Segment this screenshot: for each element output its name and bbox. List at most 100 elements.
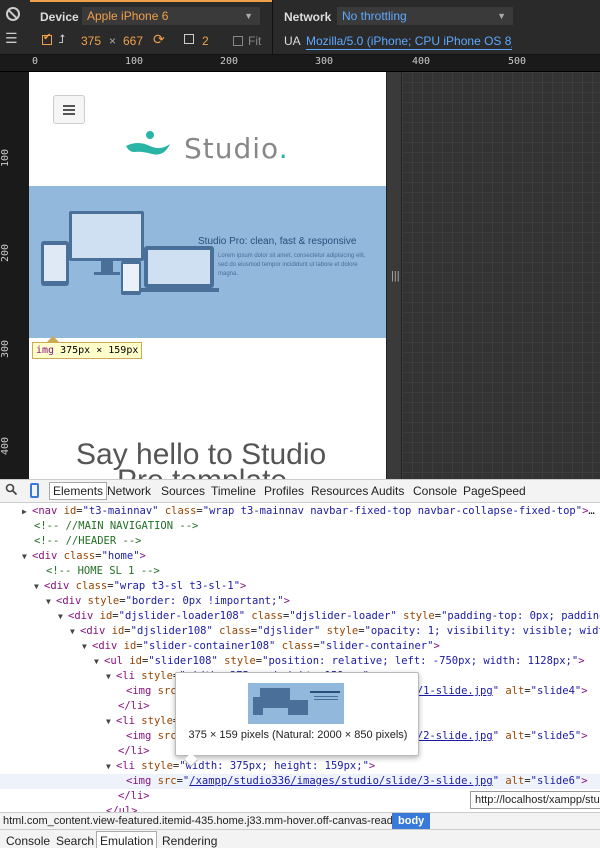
tree-closing-ul[interactable]: </ul> xyxy=(106,804,138,812)
tree-node-div-style[interactable]: ▼ <div style="border: 0px !important;"> xyxy=(46,594,290,609)
ruler-label: 100 xyxy=(0,148,11,167)
rotate-icon[interactable]: ⟳ xyxy=(153,31,165,47)
device-select[interactable]: Apple iPhone 6 ▼ xyxy=(82,7,260,25)
image-preview-caption: 375 × 159 pixels (Natural: 2000 × 850 pi… xyxy=(188,729,408,741)
elements-tree: ▶ <nav id="t3-mainnav" class="wrap t3-mai… xyxy=(0,503,600,812)
tree-node-slider-container[interactable]: ▼ <div id="slider-container108" class="sl… xyxy=(82,639,440,654)
collapse-triangle-icon[interactable]: ▼ xyxy=(106,759,116,774)
drawer-tab-rendering[interactable]: Rendering xyxy=(162,834,217,848)
ruler-label: 400 xyxy=(412,56,431,67)
dom-breadcrumb: html.com_content.view-featured.itemid-43… xyxy=(0,812,600,830)
dimensions-checkbox[interactable] xyxy=(42,32,52,45)
swap-dimensions-icon[interactable]: ⮥ xyxy=(58,31,65,47)
tree-closing-li[interactable]: </li> xyxy=(118,744,150,759)
vertical-ruler: 100 200 300 400 xyxy=(0,72,29,479)
collapse-triangle-icon[interactable]: ▼ xyxy=(22,549,32,564)
collapse-triangle-icon[interactable]: ▼ xyxy=(106,714,116,729)
no-emulation-icon[interactable] xyxy=(6,7,20,21)
slide-body: Lorem ipsum dolor sit amet, consectetur … xyxy=(218,253,366,277)
ruler-label: 300 xyxy=(315,56,334,67)
tab-timeline[interactable]: Timeline xyxy=(211,484,256,498)
device-select-value: Apple iPhone 6 xyxy=(87,9,169,23)
device-pixel-ratio-field[interactable]: 2 xyxy=(202,33,209,49)
tree-node-li[interactable]: ▼<li style="width: 375px; height: 159px;… xyxy=(106,759,375,774)
emulated-viewport: Studio. Studio Pro: clean, fast & respon… xyxy=(29,72,386,479)
tree-node-nav[interactable]: ▶ <nav id="t3-mainnav" class="wrap t3-mai… xyxy=(22,504,595,519)
tab-resources[interactable]: Resources xyxy=(311,484,368,498)
studio-logo-icon xyxy=(126,131,170,155)
network-label: Network xyxy=(284,10,332,24)
resize-handle-icon[interactable]: ||| xyxy=(391,270,400,282)
slide-image: Studio Pro: clean, fast & responsive Lor… xyxy=(29,186,386,338)
tree-closing-li[interactable]: </li> xyxy=(118,699,150,714)
search-icon[interactable] xyxy=(5,483,18,499)
fit-checkbox[interactable] xyxy=(233,36,243,46)
times-sign: × xyxy=(109,34,117,48)
chevron-down-icon: ▼ xyxy=(497,11,506,21)
collapse-triangle-icon[interactable]: ▼ xyxy=(94,654,104,669)
drawer-tab-console[interactable]: Console xyxy=(6,834,50,848)
devices-illustration xyxy=(253,688,340,715)
tree-comment[interactable]: <!-- //MAIN NAVIGATION --> xyxy=(34,519,198,534)
tab-network[interactable]: Network xyxy=(107,484,151,498)
drawer-toggle-icon[interactable]: ☰ xyxy=(5,30,18,46)
horizontal-ruler: 0 100 200 300 400 500 xyxy=(0,55,600,72)
device-active-indicator xyxy=(30,0,272,2)
tab-console[interactable]: Console xyxy=(413,484,457,498)
ruler-label: 400 xyxy=(0,436,11,455)
tree-comment[interactable]: <!-- //HEADER --> xyxy=(34,534,141,549)
drawer-tab-bar: Console Search Emulation Rendering xyxy=(0,829,600,848)
image-preview-thumbnail xyxy=(248,683,344,724)
breadcrumb-body[interactable]: body xyxy=(392,813,431,830)
image-preview-popover: 375 × 159 pixels (Natural: 2000 × 850 pi… xyxy=(175,672,419,756)
collapse-triangle-icon[interactable]: ▼ xyxy=(46,594,56,609)
device-pixel-ratio-icon xyxy=(184,34,194,44)
drawer-tab-search[interactable]: Search xyxy=(56,834,94,848)
expand-triangle-icon[interactable]: ▶ xyxy=(22,504,32,519)
devtools-tab-bar: Elements Network Sources Timeline Profil… xyxy=(0,479,600,503)
tree-node-img-hovered[interactable]: <img src="/xampp/studio336/images/studio… xyxy=(0,774,600,789)
chevron-down-icon: ▼ xyxy=(244,11,253,21)
emulation-backdrop xyxy=(402,72,600,479)
ruler-label: 300 xyxy=(0,339,11,358)
collapse-triangle-icon[interactable]: ▼ xyxy=(82,639,92,654)
ua-label: UA xyxy=(284,34,301,48)
ruler-label: 200 xyxy=(0,243,11,262)
tree-node-ul-slider[interactable]: ▼ <ul id="slider108" style="position: rel… xyxy=(94,654,585,669)
fit-label: Fit xyxy=(248,34,262,48)
collapse-triangle-icon[interactable]: ▼ xyxy=(70,624,80,639)
tab-sources[interactable]: Sources xyxy=(161,484,205,498)
breadcrumb-html[interactable]: html.com_content.view-featured.itemid-43… xyxy=(3,814,398,829)
ruler-label: 0 xyxy=(32,56,39,67)
tree-comment[interactable]: <!-- HOME SL 1 --> xyxy=(46,564,160,579)
tree-node-djslider-loader[interactable]: ▼ <div id="djslider-loader108" class="djs… xyxy=(58,609,600,624)
tree-node-div-wrap[interactable]: ▼ <div class="wrap t3-sl t3-sl-1"> xyxy=(34,579,246,594)
height-field[interactable]: 667 xyxy=(123,33,143,49)
slide-title: Studio Pro: clean, fast & responsive xyxy=(198,236,357,247)
width-field[interactable]: 375 xyxy=(81,33,101,49)
tab-profiles[interactable]: Profiles xyxy=(264,484,304,498)
tree-closing-li[interactable]: </li> xyxy=(118,789,150,804)
user-agent-field[interactable]: Mozilla/5.0 (iPhone; CPU iPhone OS 8_... xyxy=(306,33,512,50)
collapse-triangle-icon[interactable]: ▼ xyxy=(58,609,68,624)
network-select[interactable]: No throttling ▼ xyxy=(337,7,513,25)
tree-node-div-home[interactable]: ▼ <div class="home"> xyxy=(22,549,146,564)
hero-heading-line2: Pro template xyxy=(117,464,287,479)
logo-text: Studio. xyxy=(184,132,289,165)
drawer-tab-emulation[interactable]: Emulation xyxy=(96,831,158,848)
collapse-triangle-icon[interactable]: ▼ xyxy=(34,579,44,594)
tab-pagespeed[interactable]: PageSpeed xyxy=(463,484,526,498)
menu-toggle-button[interactable] xyxy=(53,95,85,124)
network-select-value: No throttling xyxy=(342,9,407,23)
ruler-label: 100 xyxy=(125,56,144,67)
ruler-label: 200 xyxy=(220,56,239,67)
tab-audits[interactable]: Audits xyxy=(371,484,404,498)
device-label: Device xyxy=(40,10,79,24)
ruler-label: 500 xyxy=(508,56,527,67)
device-mode-icon[interactable] xyxy=(30,483,39,498)
tab-elements[interactable]: Elements xyxy=(49,482,108,500)
emulation-toolbar: ☰ Device Apple iPhone 6 ▼ ⮥ 375 × 667 ⟳ … xyxy=(0,0,600,55)
element-size-tooltip: img 375px × 159px xyxy=(32,342,143,359)
tree-node-djslider[interactable]: ▼ <div id="djslider108" class="djslider" … xyxy=(70,624,600,639)
collapse-triangle-icon[interactable]: ▼ xyxy=(106,669,116,684)
